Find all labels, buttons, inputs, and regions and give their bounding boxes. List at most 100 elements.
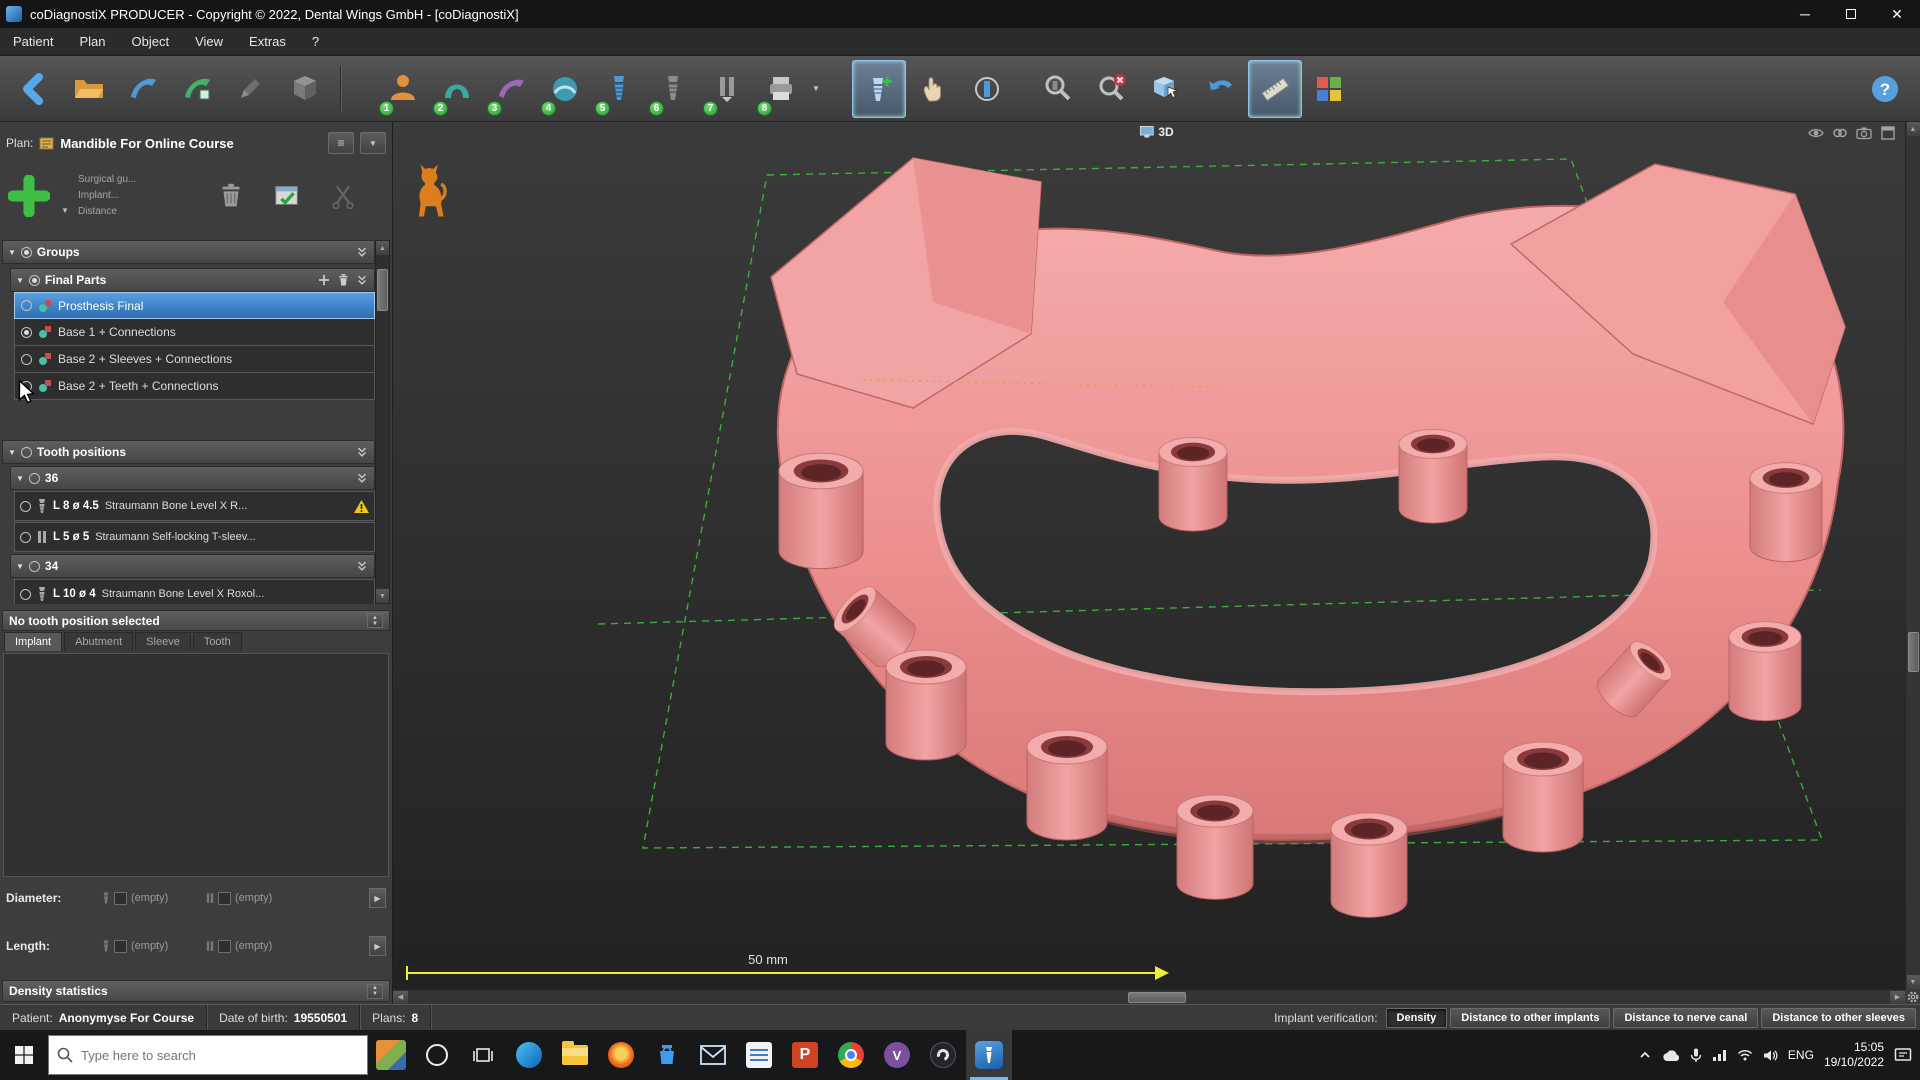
eye-icon[interactable] xyxy=(1808,125,1824,141)
add-option-surgical-guide[interactable]: Surgical gu... xyxy=(78,172,196,188)
clock[interactable]: 15:05 19/10/2022 xyxy=(1824,1040,1884,1070)
add-implant-tool[interactable] xyxy=(852,60,906,118)
density-button[interactable]: Density xyxy=(1386,1008,1448,1028)
menu-extras[interactable]: Extras xyxy=(236,28,299,55)
tab-tooth[interactable]: Tooth xyxy=(193,632,242,651)
final-parts-header[interactable]: ▼ Final Parts xyxy=(10,268,375,292)
select-radio[interactable] xyxy=(21,300,32,311)
implant-row-34-1[interactable]: L 10 ø 4 Straumann Bone Level X Roxol... xyxy=(14,579,375,604)
distance-implants-button[interactable]: Distance to other implants xyxy=(1450,1008,1610,1028)
taskbar-app-explorer[interactable] xyxy=(552,1030,598,1080)
scroll-down-arrow[interactable]: ▼ xyxy=(1907,975,1920,989)
close-button[interactable]: ✕ xyxy=(1874,0,1920,28)
link-icon[interactable] xyxy=(1832,125,1848,141)
tooth-36-header[interactable]: ▼ 36 xyxy=(10,466,375,490)
group-item-prosthesis-final[interactable]: Prosthesis Final xyxy=(14,292,375,319)
undo-button[interactable] xyxy=(1194,60,1248,118)
menu-plan[interactable]: Plan xyxy=(66,28,118,55)
taskbar-app-codiagnostix-active[interactable] xyxy=(966,1030,1012,1080)
delete-icon[interactable] xyxy=(336,273,350,287)
panel-collapse-button[interactable]: ▲▼ xyxy=(367,613,383,628)
cortana-button[interactable] xyxy=(414,1030,460,1080)
object-select-tool[interactable] xyxy=(1140,60,1194,118)
distance-nerve-button[interactable]: Distance to nerve canal xyxy=(1613,1008,1758,1028)
tooth-positions-header[interactable]: ▼ Tooth positions xyxy=(2,440,375,464)
taskbar-app-store[interactable] xyxy=(644,1030,690,1080)
wizard-dropdown-button[interactable]: ▼ xyxy=(808,61,824,117)
search-input[interactable] xyxy=(81,1048,359,1063)
scroll-thumb[interactable] xyxy=(1908,632,1919,672)
taskbar-app-document[interactable] xyxy=(736,1030,782,1080)
collapse-all-icon[interactable] xyxy=(355,273,369,287)
visibility-radio[interactable] xyxy=(21,447,32,458)
delete-object-button[interactable] xyxy=(210,175,252,217)
taskbar-app-obs[interactable] xyxy=(920,1030,966,1080)
visibility-radio[interactable] xyxy=(29,275,40,286)
collapse-triangle-icon[interactable]: ▼ xyxy=(16,562,24,571)
microphone-icon[interactable] xyxy=(1690,1048,1702,1063)
panel-collapse-button[interactable]: ▲▼ xyxy=(367,984,383,999)
sidebar-scrollbar[interactable]: ▲ ▼ xyxy=(375,240,390,604)
taskbar-app-viber[interactable]: V xyxy=(874,1030,920,1080)
collapse-triangle-icon[interactable]: ▼ xyxy=(16,276,24,285)
back-button[interactable] xyxy=(8,60,62,118)
viewport-horizontal-scrollbar[interactable]: ◀ ▶ xyxy=(393,989,1905,1004)
diameter-checkbox-2[interactable] xyxy=(218,892,231,905)
taskbar-search[interactable] xyxy=(48,1035,368,1075)
length-checkbox-1[interactable] xyxy=(114,940,127,953)
taskbar-app-powerpoint[interactable]: P xyxy=(782,1030,828,1080)
tab-sleeve[interactable]: Sleeve xyxy=(135,632,191,651)
help-button[interactable]: ? xyxy=(1858,60,1912,118)
scroll-down-arrow[interactable]: ▼ xyxy=(376,589,389,603)
group-item-base2-teeth[interactable]: Base 2 + Teeth + Connections xyxy=(14,373,375,400)
hidden-icons-chevron[interactable] xyxy=(1638,1048,1652,1062)
density-statistics-header[interactable]: Density statistics ▲▼ xyxy=(2,980,390,1002)
tab-abutment[interactable]: Abutment xyxy=(64,632,133,651)
collapse-all-icon[interactable] xyxy=(355,245,369,259)
edit-plan-button-disabled[interactable] xyxy=(224,60,278,118)
select-radio[interactable] xyxy=(21,327,32,338)
scroll-up-arrow[interactable]: ▲ xyxy=(1907,122,1920,136)
implant-row-36-1[interactable]: L 8 ø 4.5 Straumann Bone Level X R... xyxy=(14,491,375,521)
select-radio[interactable] xyxy=(20,589,31,600)
taskbar-app-mail[interactable] xyxy=(690,1030,736,1080)
collapse-all-icon[interactable] xyxy=(355,559,369,573)
add-object-button[interactable] xyxy=(6,173,52,219)
add-object-dropdown[interactable]: ▼ xyxy=(58,173,72,219)
wizard-step-5-implant[interactable]: 5 xyxy=(592,60,646,118)
selection-header[interactable]: No tooth position selected ▲▼ xyxy=(2,610,390,631)
onedrive-cloud-icon[interactable] xyxy=(1662,1049,1680,1062)
groups-section-header[interactable]: ▼ Groups xyxy=(2,240,375,264)
plan-check-button[interactable] xyxy=(116,60,170,118)
diameter-expand-button[interactable]: ▶ xyxy=(369,888,386,908)
measure-tool[interactable] xyxy=(1248,60,1302,118)
collapse-all-icon[interactable] xyxy=(355,471,369,485)
wizard-step-7-sleeve[interactable]: 7 xyxy=(700,60,754,118)
zoom-implant-tool[interactable] xyxy=(1032,60,1086,118)
start-button[interactable] xyxy=(0,1030,48,1080)
wizard-step-2-segmentation[interactable]: 2 xyxy=(430,60,484,118)
select-radio[interactable] xyxy=(21,354,32,365)
wizard-step-3-nerve[interactable]: 3 xyxy=(484,60,538,118)
collapse-triangle-icon[interactable]: ▼ xyxy=(16,474,24,483)
plan-menu-button[interactable]: ≡ xyxy=(328,132,354,154)
scroll-right-arrow[interactable]: ▶ xyxy=(1890,991,1905,1004)
delete-measure-tool[interactable] xyxy=(1086,60,1140,118)
select-tool[interactable] xyxy=(906,60,960,118)
implant-axis-tool[interactable] xyxy=(960,60,1014,118)
maximize-view-icon[interactable] xyxy=(1880,125,1896,141)
diameter-checkbox-1[interactable] xyxy=(114,892,127,905)
length-expand-button[interactable]: ▶ xyxy=(369,936,386,956)
minimize-button[interactable]: ─ xyxy=(1782,0,1828,28)
taskbar-app-edge[interactable] xyxy=(506,1030,552,1080)
language-indicator[interactable]: ENG xyxy=(1788,1048,1814,1062)
wizard-step-1-patient[interactable]: 1 xyxy=(376,60,430,118)
taskbar-photo-app[interactable] xyxy=(368,1030,414,1080)
scroll-thumb[interactable] xyxy=(377,269,388,311)
add-option-implant[interactable]: Implant... xyxy=(78,188,196,204)
visibility-radio[interactable] xyxy=(21,247,32,258)
viewport-vertical-scrollbar[interactable]: ▲ ▼ xyxy=(1905,122,1920,989)
verify-plan-button[interactable] xyxy=(266,175,308,217)
collapse-all-icon[interactable] xyxy=(355,445,369,459)
network-icon[interactable] xyxy=(1712,1049,1727,1062)
